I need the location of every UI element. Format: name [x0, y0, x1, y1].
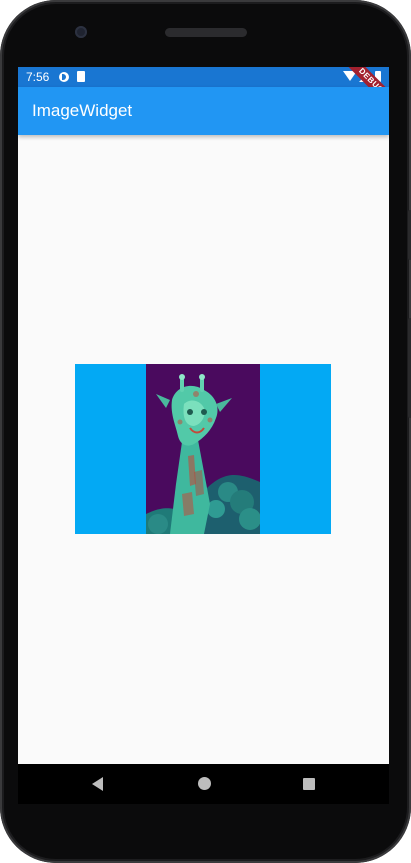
recent-apps-icon[interactable]	[303, 778, 315, 790]
status-bar: 7:56 DEBUG	[18, 67, 389, 114]
navigation-bar	[18, 764, 389, 804]
front-camera-icon	[75, 26, 87, 38]
home-icon[interactable]	[198, 777, 211, 790]
image-container	[75, 364, 331, 534]
giraffe-image	[146, 364, 260, 534]
back-icon[interactable]	[92, 777, 103, 791]
device-screen: 7:56 DEBUG ImageWidget	[18, 67, 389, 796]
data-saver-icon	[59, 72, 69, 82]
giraffe-illustration	[146, 364, 260, 534]
earpiece-speaker	[165, 28, 247, 37]
page-title: ImageWidget	[32, 101, 133, 120]
phone-frame: 7:56 DEBUG ImageWidget	[0, 0, 411, 863]
sd-card-icon	[77, 71, 85, 82]
status-time: 7:56	[26, 70, 50, 84]
app-bar: ImageWidget	[18, 87, 389, 135]
